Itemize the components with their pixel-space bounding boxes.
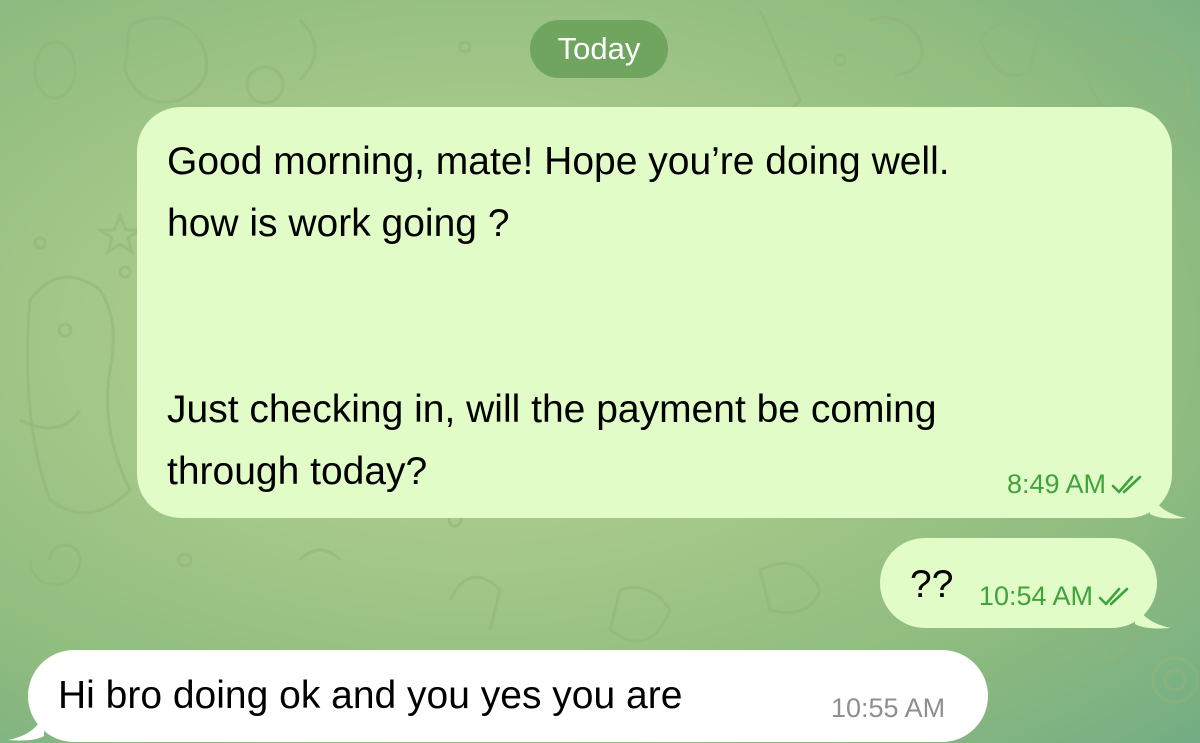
outgoing-message-bubble[interactable]: ?? 10:54 AM bbox=[880, 538, 1157, 628]
message-meta: 8:49 AM bbox=[1007, 469, 1150, 500]
incoming-message-bubble[interactable]: Hi bro doing ok and you yes you are 10:5… bbox=[28, 650, 988, 742]
bubble-tail bbox=[1135, 600, 1171, 629]
message-meta: 10:55 AM bbox=[831, 693, 945, 724]
message-text: Hi bro doing ok and you yes you are bbox=[58, 674, 683, 717]
bubble-tail bbox=[8, 712, 44, 741]
message-time: 10:55 AM bbox=[831, 693, 946, 723]
message-time: 10:54 AM bbox=[978, 581, 1093, 611]
outgoing-message-bubble[interactable]: Good morning, mate! Hope you’re doing we… bbox=[137, 107, 1172, 518]
message-text: Good morning, mate! Hope you’re doing we… bbox=[167, 140, 950, 493]
date-separator: Today bbox=[530, 20, 668, 78]
message-time: 8:49 AM bbox=[1006, 469, 1106, 499]
double-check-icon bbox=[1111, 475, 1142, 493]
message-text: ?? bbox=[910, 563, 954, 606]
message-meta: 10:54 AM bbox=[979, 581, 1137, 612]
double-check-icon bbox=[1098, 587, 1129, 605]
bubble-tail bbox=[1150, 490, 1186, 519]
